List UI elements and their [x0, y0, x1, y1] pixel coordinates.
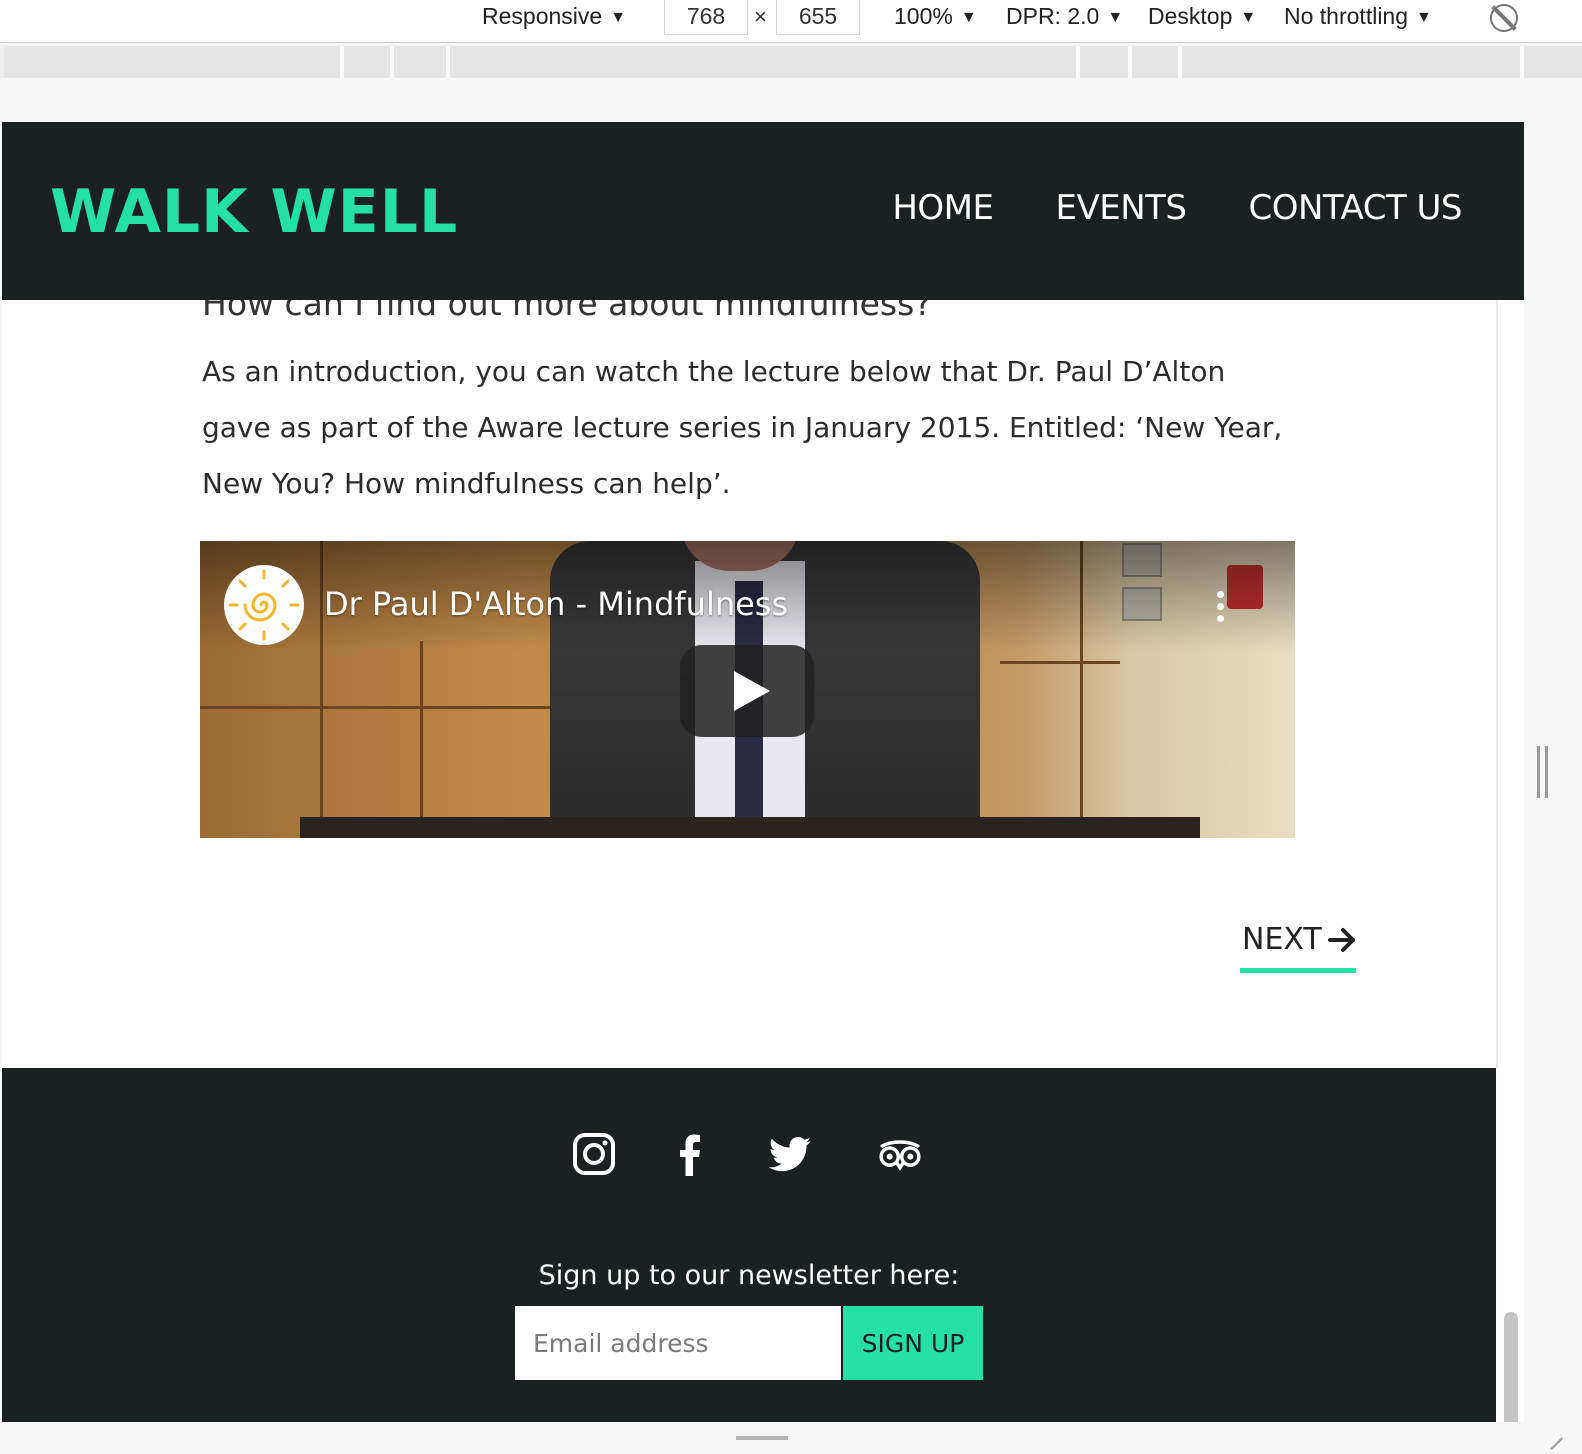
- nav-home[interactable]: HOME: [892, 188, 994, 228]
- zoom-select-label: 100%: [894, 3, 953, 29]
- video-title[interactable]: Dr Paul D'Alton - Mindfulness: [324, 585, 788, 623]
- facebook-icon[interactable]: [666, 1130, 714, 1178]
- more-options-icon[interactable]: [1214, 591, 1226, 627]
- dropdown-arrow-icon: ▼: [610, 9, 627, 26]
- throttling-select[interactable]: No throttling ▼: [1284, 0, 1432, 34]
- dropdown-arrow-icon: ▼: [960, 9, 977, 26]
- viewport-width-input[interactable]: 768: [664, 0, 748, 35]
- devtools-device-toolbar: Responsive ▼ 768 × 655 100% ▼ DPR: 2.0 ▼ De…: [0, 0, 1582, 43]
- vertical-scrollbar-thumb[interactable]: [1504, 1312, 1518, 1422]
- media-query-segment[interactable]: [4, 46, 344, 78]
- play-button-icon[interactable]: [680, 645, 814, 737]
- dpr-select-label: DPR: 2.0: [1006, 3, 1100, 29]
- mode-select-label: Desktop: [1148, 3, 1233, 29]
- viewport-resize-handle-bottom[interactable]: [736, 1436, 788, 1440]
- dropdown-arrow-icon: ▼: [1107, 9, 1124, 26]
- media-query-segment[interactable]: [344, 46, 394, 78]
- site-header: WALK WELL HOME EVENTS CONTACT US: [2, 122, 1524, 300]
- rotate-icon[interactable]: [1490, 4, 1518, 32]
- next-underline: [1240, 968, 1356, 973]
- media-query-segment[interactable]: [1080, 46, 1132, 78]
- arrow-right-icon: [1327, 927, 1355, 952]
- main-content: How can I find out more about mindfulnes…: [2, 284, 1498, 1068]
- mode-select[interactable]: Desktop ▼: [1148, 0, 1256, 34]
- viewport-resize-handle-right[interactable]: [1537, 746, 1551, 798]
- site-footer: Sign up to our newsletter here: SIGN UP: [2, 1068, 1496, 1422]
- viewport-resize-corner-icon[interactable]: [1538, 1425, 1564, 1451]
- dropdown-arrow-icon: ▼: [1416, 9, 1432, 26]
- zoom-select[interactable]: 100% ▼: [894, 0, 977, 34]
- media-query-bar: [0, 46, 1582, 78]
- next-link[interactable]: NEXT: [1242, 922, 1358, 957]
- media-query-segment[interactable]: [1182, 46, 1524, 78]
- media-query-segment[interactable]: [394, 46, 450, 78]
- nav-events[interactable]: EVENTS: [1055, 188, 1187, 228]
- media-query-segment[interactable]: [1524, 46, 1582, 78]
- nav-contact-us[interactable]: CONTACT US: [1248, 188, 1462, 228]
- signup-button[interactable]: SIGN UP: [843, 1306, 983, 1380]
- device-select[interactable]: Responsive ▼: [482, 0, 626, 34]
- device-select-label: Responsive: [482, 3, 603, 29]
- channel-avatar-icon[interactable]: [224, 565, 304, 645]
- throttling-select-label: No throttling: [1284, 3, 1409, 29]
- viewport-height-input[interactable]: 655: [776, 0, 860, 35]
- main-nav: HOME EVENTS CONTACT US: [892, 188, 1462, 228]
- dpr-select[interactable]: DPR: 2.0 ▼: [1006, 0, 1123, 34]
- media-query-segment[interactable]: [1132, 46, 1182, 78]
- emulated-viewport: How can I find out more about mindfulnes…: [2, 122, 1524, 1422]
- next-label: NEXT: [1242, 922, 1322, 957]
- tripadvisor-icon[interactable]: [876, 1130, 924, 1178]
- newsletter-label: Sign up to our newsletter here:: [538, 1260, 960, 1291]
- twitter-icon[interactable]: [766, 1130, 814, 1178]
- dimension-separator: ×: [754, 4, 767, 29]
- site-logo[interactable]: WALK WELL: [50, 177, 458, 247]
- newsletter-email-input[interactable]: [515, 1306, 841, 1380]
- instagram-icon[interactable]: [570, 1130, 618, 1178]
- youtube-video-embed[interactable]: Dr Paul D'Alton - Mindfulness: [200, 541, 1295, 838]
- intro-paragraph: As an introduction, you can watch the le…: [202, 355, 1283, 500]
- dropdown-arrow-icon: ▼: [1240, 9, 1257, 26]
- media-query-segment[interactable]: [450, 46, 1080, 78]
